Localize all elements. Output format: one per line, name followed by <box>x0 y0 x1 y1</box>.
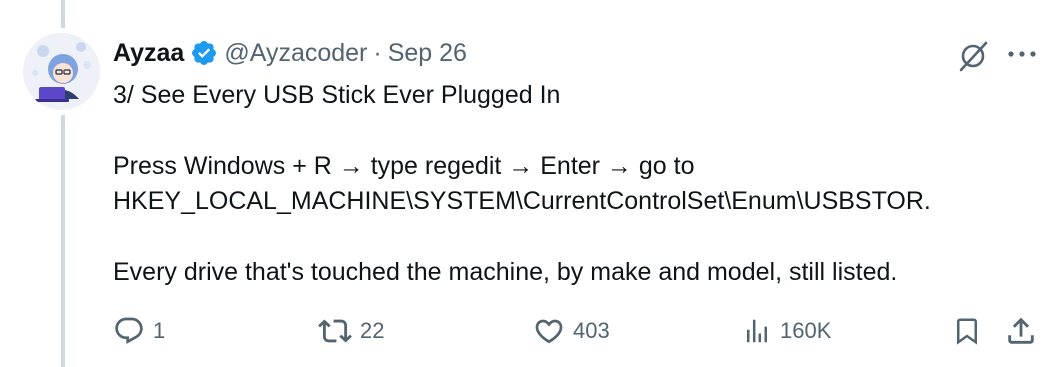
views-icon <box>747 319 767 343</box>
thread-line-bottom <box>61 115 65 367</box>
like-count: 403 <box>573 318 610 343</box>
tweet-text-line: Every drive that's touched the machine, … <box>113 258 898 286</box>
tweet-text-line: 3/ See Every USB Stick Ever Plugged In <box>113 81 561 109</box>
avatar[interactable] <box>23 33 100 110</box>
avatar-illustration <box>23 33 100 110</box>
tweet-text-line: Press Windows + R → type regedit → Enter… <box>113 152 695 180</box>
author-handle[interactable]: @Ayzacoder <box>224 36 367 70</box>
separator-dot: · <box>373 39 382 67</box>
bookmark-button[interactable] <box>952 314 982 348</box>
tweet-text-line: HKEY_LOCAL_MACHINE\SYSTEM\CurrentControl… <box>113 187 931 215</box>
tweet[interactable]: Ayzaa @Ayzacoder · Sep 26 3/ See Every U… <box>0 0 1059 367</box>
views-button[interactable]: 160K <box>742 313 831 349</box>
thread-line-top <box>61 0 65 28</box>
share-button[interactable] <box>1004 314 1038 348</box>
display-name[interactable]: Ayzaa <box>113 36 184 70</box>
reply-count: 1 <box>153 318 166 343</box>
like-button[interactable]: 403 <box>533 313 610 349</box>
retweet-icon <box>318 319 352 343</box>
retweet-count: 22 <box>360 318 385 343</box>
retweet-button[interactable]: 22 <box>318 313 384 349</box>
bookmark-icon <box>957 318 977 345</box>
share-icon <box>1008 317 1034 344</box>
reply-button[interactable]: 1 <box>113 313 165 349</box>
tweet-header: Ayzaa @Ayzacoder · Sep 26 <box>113 36 467 70</box>
verified-badge-icon <box>190 39 218 67</box>
reply-icon <box>115 317 143 344</box>
heart-icon <box>535 319 563 344</box>
tweet-date[interactable]: Sep 26 <box>388 36 467 70</box>
views-count: 160K <box>780 318 832 343</box>
grok-icon[interactable] <box>955 38 991 74</box>
more-icon[interactable] <box>1006 44 1038 64</box>
